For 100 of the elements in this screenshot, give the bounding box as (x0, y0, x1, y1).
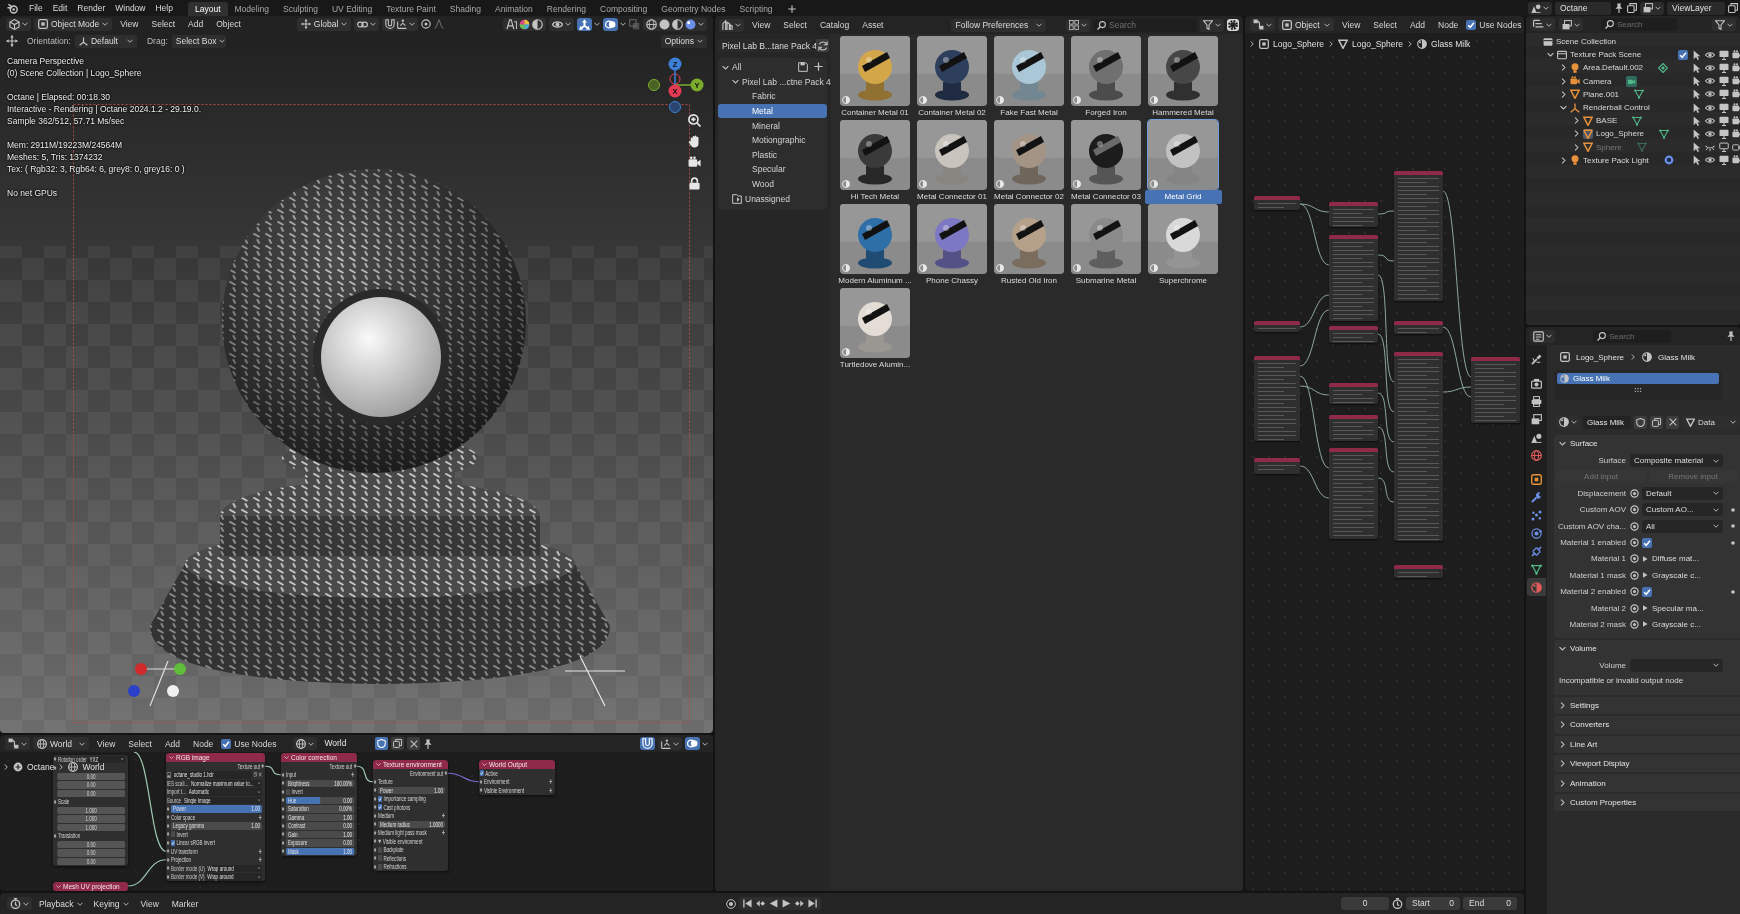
asset-name[interactable]: Metal Connector 02 (990, 190, 1068, 204)
linked-node-label[interactable]: Grayscale c... (1652, 620, 1701, 629)
breadcrumb-item[interactable]: Octane (27, 762, 55, 772)
asset-thumbnail[interactable] (917, 120, 987, 190)
shader-node-drawing[interactable] (1329, 448, 1378, 539)
socket-icon[interactable] (373, 788, 377, 793)
plus-icon[interactable] (441, 813, 446, 819)
chevron-right-icon[interactable] (1559, 702, 1566, 710)
asset-name[interactable]: Superchrome (1144, 274, 1222, 288)
asset-name[interactable]: Rusted Old Iron (990, 274, 1068, 288)
socket-icon[interactable] (166, 806, 170, 811)
eye-icon[interactable] (1705, 128, 1715, 139)
snap-target-button[interactable] (658, 737, 682, 750)
viewport-tools-button[interactable] (503, 17, 546, 31)
editor-type-button[interactable] (1250, 18, 1275, 31)
shader-node-drawing[interactable] (1329, 235, 1378, 321)
display-mode-button[interactable] (1066, 18, 1090, 32)
snap-button[interactable] (382, 17, 419, 31)
socket-icon[interactable] (281, 849, 285, 854)
asset-thumbnail[interactable] (1071, 36, 1141, 106)
socket-icon[interactable] (53, 757, 57, 762)
workspace-tab[interactable]: Geometry Nodes (654, 2, 733, 16)
monitor-icon[interactable] (1718, 102, 1729, 113)
settings-button[interactable] (1227, 19, 1239, 31)
outliner-item[interactable]: Logo_Sphere (1596, 129, 1645, 139)
menu-item[interactable]: Asset (857, 20, 889, 30)
select-arrow-icon[interactable] (1691, 49, 1702, 60)
asset-name[interactable]: Metal Connector 01 (913, 190, 991, 204)
socket-icon[interactable] (53, 765, 57, 770)
monitor-outline-icon[interactable] (1718, 142, 1729, 153)
socket-icon[interactable] (166, 815, 170, 820)
light-bulb-icon[interactable] (1570, 62, 1580, 73)
chevron-right-icon[interactable] (1559, 90, 1567, 98)
asset-thumbnail[interactable] (1148, 36, 1218, 106)
shader-type-dropdown[interactable]: World (33, 737, 89, 750)
plus-icon[interactable] (441, 830, 446, 836)
pin-icon[interactable] (423, 738, 434, 749)
panel-header[interactable]: Line Art (1554, 735, 1740, 754)
select-arrow-icon[interactable] (1691, 89, 1702, 100)
shading-buttons[interactable] (643, 17, 707, 31)
record-icon[interactable] (726, 898, 737, 909)
menu-item[interactable]: Select (123, 738, 157, 749)
options-dropdown[interactable]: Options (660, 34, 707, 48)
chevron-right-icon[interactable] (1559, 740, 1566, 748)
asset-name[interactable]: Turtledove Alumin... (836, 358, 914, 372)
socket-icon[interactable] (281, 823, 285, 828)
socket-icon[interactable] (281, 832, 285, 837)
menu-item[interactable]: Window (110, 3, 151, 13)
asset-name[interactable]: Container Metal 02 (913, 106, 991, 120)
workspace-tab[interactable]: Rendering (539, 2, 593, 16)
filter-button[interactable] (1712, 18, 1736, 31)
fake-user-toggle[interactable] (1634, 415, 1647, 429)
socket-icon[interactable] (261, 764, 265, 769)
category-item[interactable]: Specular (718, 162, 827, 177)
mesh-data-icon[interactable] (1632, 115, 1643, 126)
triangle-right-icon[interactable] (1642, 555, 1648, 562)
outliner-item[interactable]: Scene Collection (1556, 37, 1617, 47)
asset-name[interactable]: Modern Aluminum ... (836, 274, 914, 288)
asset-name[interactable]: Hi Tech Metal (836, 190, 914, 204)
node-card[interactable] (166, 753, 265, 881)
checkbox[interactable] (377, 804, 383, 811)
plus-icon[interactable] (787, 5, 796, 13)
plus-icon[interactable] (350, 772, 355, 778)
shader-node-drawing[interactable] (1471, 357, 1520, 423)
outliner-item[interactable]: Texture Pack Scene (1570, 50, 1642, 60)
workspace-tab[interactable]: Scripting (732, 2, 780, 16)
monitor-icon[interactable] (1718, 76, 1729, 87)
plus-icon[interactable] (548, 787, 553, 793)
monitor-icon[interactable] (1718, 89, 1729, 100)
chevron-right-icon[interactable] (1572, 117, 1580, 125)
overlay-toggle[interactable] (685, 737, 700, 750)
panel-header[interactable]: Animation (1554, 774, 1740, 792)
socket-icon[interactable] (353, 764, 357, 769)
menu-item[interactable]: Catalog (814, 20, 855, 30)
breadcrumb-item[interactable]: Glass Milk (1431, 39, 1471, 49)
socket-dot-icon[interactable] (1629, 505, 1639, 515)
camera-icon[interactable] (688, 156, 701, 169)
shader-node-drawing[interactable] (1254, 321, 1300, 332)
socket-icon[interactable] (166, 832, 170, 837)
asset-thumbnail[interactable] (840, 288, 910, 358)
camera-icon[interactable] (1732, 155, 1740, 166)
asset-thumbnail[interactable] (917, 36, 987, 106)
import-method-dropdown[interactable]: Follow Preferences (951, 18, 1047, 32)
socket-icon[interactable] (166, 840, 170, 845)
eye-icon[interactable] (1705, 89, 1715, 100)
linked-node-label[interactable]: Diffuse mat... (1652, 554, 1699, 564)
workspace-tab[interactable]: Compositing (593, 2, 655, 16)
editor-type-button[interactable] (1530, 329, 1555, 343)
snap-toggle[interactable] (640, 737, 655, 750)
socket-icon[interactable] (281, 789, 285, 794)
stopwatch-icon[interactable] (1392, 898, 1403, 909)
chevron-right-icon[interactable] (1559, 760, 1566, 768)
shader-node-drawing[interactable] (1329, 326, 1378, 343)
linked-node-label[interactable]: Specular ma... (1652, 603, 1704, 613)
caret-icon[interactable] (702, 740, 708, 747)
socket-icon[interactable] (281, 798, 285, 803)
asset-thumbnail[interactable] (840, 36, 910, 106)
checkbox[interactable] (377, 855, 383, 862)
fake-user-toggle[interactable] (375, 737, 389, 750)
mesh-data-icon[interactable] (1634, 89, 1645, 100)
